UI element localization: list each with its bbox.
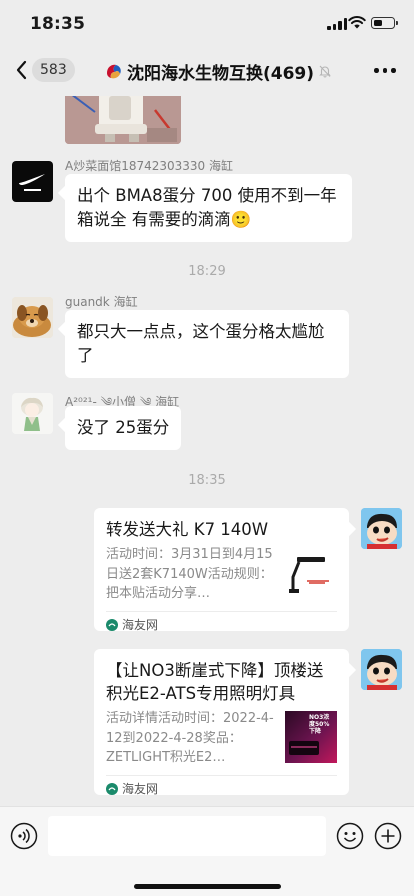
promo-thumbnail-text: NO3浓度50%下降 [309, 714, 330, 735]
chat-input-bar [0, 806, 414, 896]
link-card-description: 活动时间：3月31日到4月15日送2套K7140W活动规则：把本贴活动分享… [106, 547, 273, 601]
site-logo-icon [106, 618, 118, 631]
link-card[interactable]: 【让NO3断崖式下降】顶楼送积光E2-ATS专用照明灯具 活动详情活动时间：20… [94, 649, 349, 796]
chat-title: 沈阳海水生物互换(469) [127, 63, 315, 84]
chat-header: 583 沈阳海水生物互换(469) [0, 46, 414, 96]
link-card-title: 【让NO3断崖式下降】顶楼送积光E2-ATS专用照明灯具 [106, 661, 324, 703]
avatar[interactable] [12, 393, 53, 434]
avatar[interactable] [12, 161, 53, 202]
message-bubble[interactable]: 没了 25蛋分 [65, 406, 182, 450]
link-card-source: 海友网 [106, 611, 337, 637]
avatar[interactable] [361, 508, 402, 549]
cartoon-boy-avatar-icon [361, 649, 402, 690]
anime-avatar-icon [12, 393, 53, 434]
emoji-icon[interactable] [336, 822, 364, 850]
home-indicator[interactable] [134, 884, 281, 889]
message-timestamp: 18:35 [188, 473, 226, 488]
cartoon-boy-avatar-icon [361, 508, 402, 549]
avatar[interactable] [12, 297, 53, 338]
site-logo-icon [106, 782, 118, 795]
promo-thumbnail: NO3浓度50%下降 [285, 711, 337, 763]
link-card-source: 海友网 [106, 775, 337, 801]
wifi-icon [348, 16, 366, 29]
link-card-description: 活动详情活动时间：2022-4-12到2022-4-28奖品：ZETLIGHT积… [106, 711, 274, 765]
sender-name: guandk 海缸 [65, 295, 138, 309]
link-card-source-name: 海友网 [122, 618, 159, 632]
light-fixture-thumbnail-icon [285, 547, 337, 599]
cellular-signal-icon [327, 17, 347, 30]
sender-name: A炒菜面馆18742303330 海缸 [65, 159, 234, 173]
mute-bell-icon [319, 65, 331, 78]
back-chevron-icon[interactable] [14, 60, 30, 80]
swoosh-logo-icon [19, 174, 45, 191]
group-emblem-icon [107, 64, 121, 79]
add-attachment-icon[interactable] [374, 822, 402, 850]
status-time: 18:35 [30, 14, 86, 34]
status-bar: 18:35 [0, 0, 414, 46]
message-list[interactable]: A炒菜面馆18742303330 海缸 出个 BMA8蛋分 700 使用不到一年… [0, 96, 414, 806]
chat-title-group[interactable]: 沈阳海水生物互换(469) [104, 58, 332, 84]
message-bubble[interactable]: 出个 BMA8蛋分 700 使用不到一年 箱说全 有需要的滴滴🙂 [65, 174, 352, 242]
voice-input-icon[interactable] [10, 822, 38, 850]
image-message[interactable] [65, 96, 181, 144]
link-card[interactable]: 转发送大礼 K7 140W 活动时间：3月31日到4月15日送2套K7140W活… [94, 508, 349, 632]
message-input[interactable] [48, 816, 326, 856]
more-options-icon[interactable] [374, 68, 396, 74]
battery-icon [371, 17, 398, 29]
link-card-title: 转发送大礼 K7 140W [106, 520, 269, 539]
dog-avatar-icon [12, 297, 53, 338]
link-card-source-name: 海友网 [122, 782, 159, 796]
message-bubble[interactable]: 都只大一点点，这个蛋分格太尴尬了 [65, 310, 349, 378]
device-photo-icon [65, 96, 181, 144]
avatar[interactable] [361, 649, 402, 690]
unread-count-badge[interactable]: 583 [32, 58, 75, 82]
message-timestamp: 18:29 [188, 264, 226, 279]
